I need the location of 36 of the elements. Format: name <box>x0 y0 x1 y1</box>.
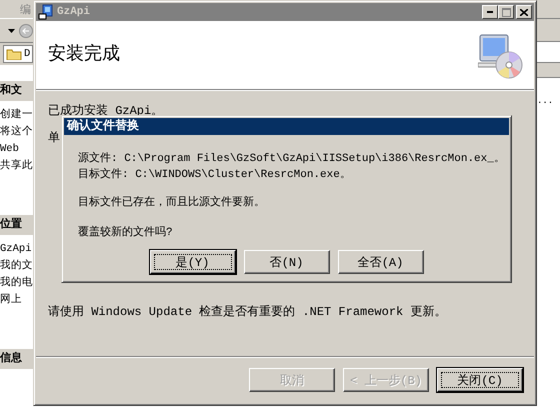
truncated-text: ... <box>537 96 554 106</box>
page-heading: 安装完成 <box>48 42 120 65</box>
folder-icon <box>6 48 22 60</box>
maximize-icon <box>502 8 510 16</box>
dialog-title: 确认文件替换 <box>64 118 509 135</box>
window-title: GzApi <box>57 6 92 18</box>
section-heading[interactable]: 信息 <box>0 349 33 369</box>
success-message: 已成功安装 GzApi。 <box>48 103 164 118</box>
no-button[interactable]: 否(N) <box>244 250 330 274</box>
no-to-all-button[interactable]: 全否(A) <box>338 250 424 274</box>
task-link[interactable]: 网上 <box>0 292 33 309</box>
close-icon <box>520 8 528 16</box>
task-link[interactable]: 我的文 <box>0 258 33 275</box>
task-link[interactable]: 我的电 <box>0 275 33 292</box>
newer-file-message: 目标文件已存在，而且比源文件要新。 <box>78 195 266 211</box>
section-heading[interactable]: 位置 <box>0 215 33 235</box>
minimize-icon <box>487 11 493 13</box>
task-link[interactable]: GzApi <box>0 241 33 258</box>
covered-text: 单 <box>48 130 61 146</box>
minimize-button[interactable] <box>482 5 498 19</box>
task-link[interactable]: 将这个 <box>0 124 33 141</box>
source-file-path: 源文件: C:\Program Files\GzSoft\GzApi\IISSetup\i386\ResrcMon.ex_。 <box>78 151 506 167</box>
task-link[interactable]: 共享此 <box>0 158 33 175</box>
task-link[interactable]: Web <box>0 141 33 158</box>
target-file-path: 目标文件: C:\WINDOWS\Cluster\ResrcMon.exe。 <box>78 167 352 183</box>
overwrite-question: 覆盖较新的文件吗? <box>78 225 174 241</box>
maximize-button[interactable] <box>498 5 514 19</box>
close-button[interactable] <box>516 5 532 19</box>
finish-close-button[interactable]: 关闭(C) <box>437 368 523 392</box>
computer-disc-icon <box>478 33 524 79</box>
section-heading[interactable]: 和文 <box>0 81 33 101</box>
yes-button[interactable]: 是(Y) <box>150 250 236 274</box>
caret-icon[interactable] <box>8 28 15 32</box>
update-note: 请使用 Windows Update 检查是否有重要的 .NET Framework 更新。 <box>48 304 448 320</box>
task-link[interactable]: 创建一 <box>0 107 33 124</box>
address-field[interactable]: D <box>3 45 33 63</box>
